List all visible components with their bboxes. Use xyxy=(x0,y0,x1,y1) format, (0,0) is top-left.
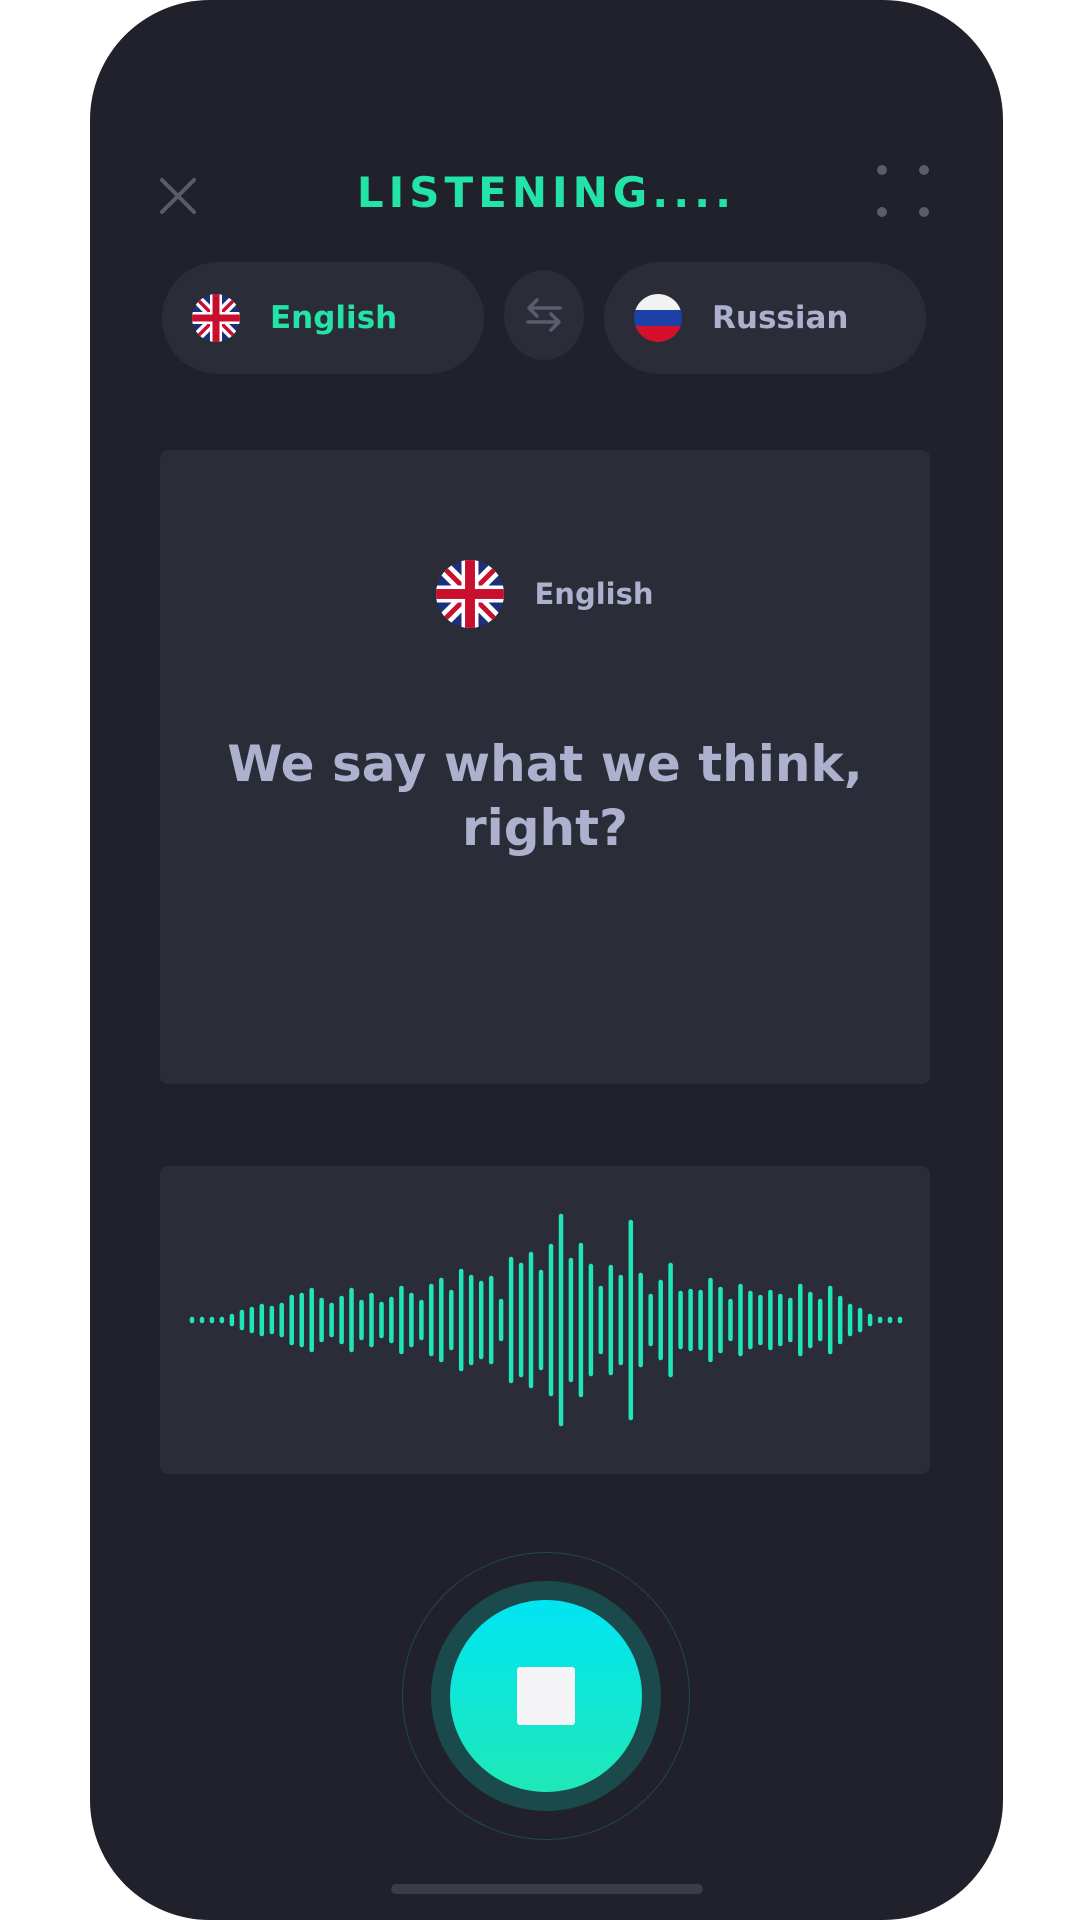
transcript-language: English xyxy=(160,560,930,628)
swap-languages-button[interactable] xyxy=(504,270,584,360)
phone-frame: LISTENING.... English Russian English We… xyxy=(90,0,1003,1920)
transcript-language-label: English xyxy=(534,577,654,611)
uk-flag-icon xyxy=(192,294,240,342)
target-language-label: Russian xyxy=(712,300,849,336)
transcript-card: English We say what we think, right? xyxy=(160,450,930,1084)
audio-waveform xyxy=(189,1213,903,1427)
swap-arrows-icon xyxy=(526,298,562,332)
russia-flag-icon xyxy=(634,294,682,342)
waveform-card xyxy=(160,1166,930,1474)
page-title: LISTENING.... xyxy=(356,168,737,217)
grid-dots-icon[interactable] xyxy=(876,164,930,218)
target-language-selector[interactable]: Russian xyxy=(604,262,926,374)
record-control xyxy=(402,1552,692,1842)
transcript-text: We say what we think, right? xyxy=(227,735,863,857)
source-language-selector[interactable]: English xyxy=(162,262,484,374)
uk-flag-icon xyxy=(436,560,505,628)
source-language-label: English xyxy=(270,300,398,336)
home-indicator xyxy=(391,1884,703,1894)
stop-recording-button[interactable] xyxy=(450,1600,642,1792)
stop-icon xyxy=(517,1667,575,1725)
